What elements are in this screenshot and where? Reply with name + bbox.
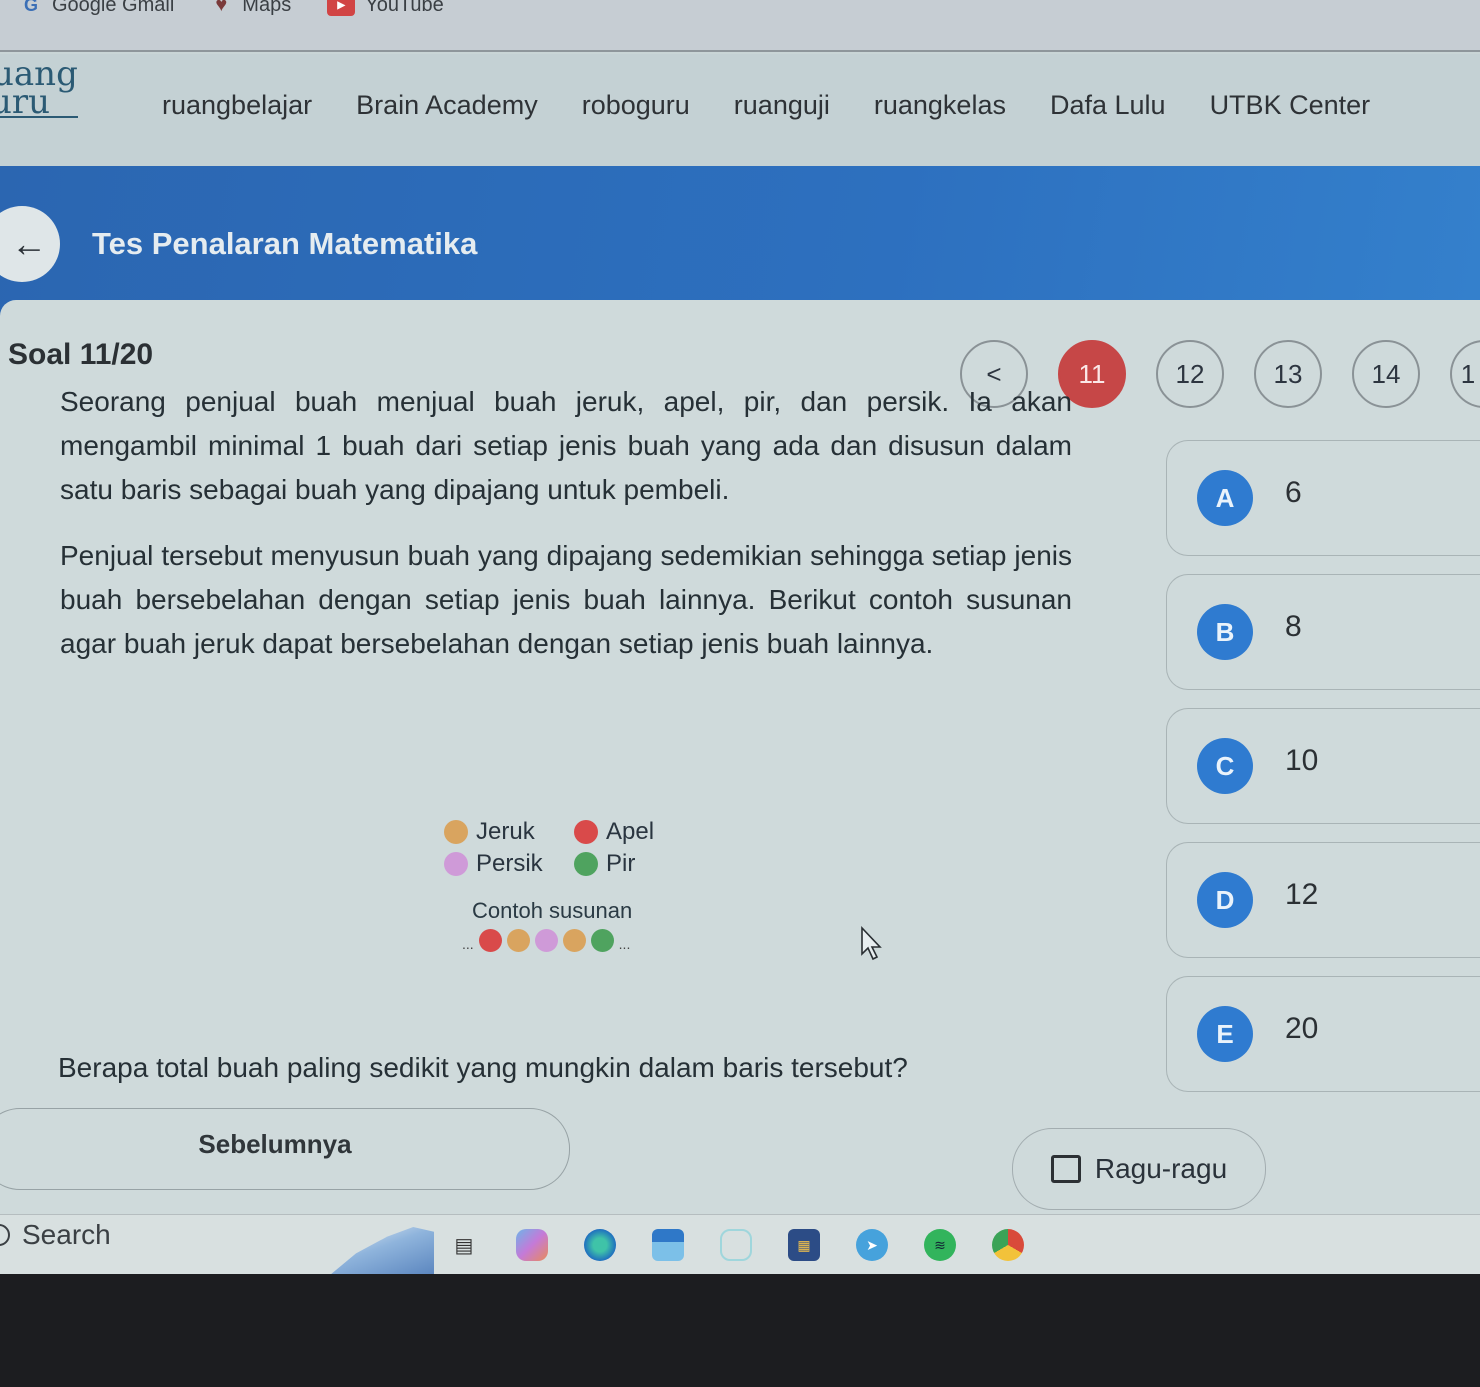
ruangguru-logo[interactable]: uang uru — [0, 57, 90, 130]
option-letter-badge: C — [1197, 738, 1253, 794]
arrow-left-icon: ← — [11, 223, 47, 264]
question-number-12[interactable]: 12 — [1156, 340, 1224, 408]
nav-dafa-lulu[interactable]: Dafa Lulu — [1050, 90, 1166, 121]
legend-item-jeruk: Jeruk — [444, 818, 574, 846]
store-icon[interactable]: ▦ — [788, 1229, 820, 1261]
option-c[interactable]: C 10 — [1166, 708, 1480, 824]
question-prompt: Berapa total buah paling sedikit yang mu… — [58, 1052, 908, 1083]
fruit-dot-icon — [590, 928, 614, 952]
nav-utbk-center[interactable]: UTBK Center — [1210, 90, 1371, 121]
option-letter-badge: D — [1197, 872, 1253, 928]
option-value: 12 — [1285, 878, 1319, 911]
copilot-icon[interactable] — [516, 1229, 548, 1261]
doubt-checkbox[interactable] — [1050, 1155, 1081, 1183]
option-value: 10 — [1285, 744, 1319, 777]
bookmark-google-gmail[interactable]: G Google Gmail — [20, 0, 174, 17]
nav-roboguru[interactable]: roboguru — [582, 90, 690, 121]
legend-label: Pir — [606, 850, 636, 877]
windows-taskbar: Search ▤ ▦ ➤ ≋ — [0, 1214, 1480, 1285]
task-view-icon[interactable]: ▤ — [448, 1229, 480, 1261]
maps-icon: ♥ — [215, 0, 228, 16]
nav-brain-academy[interactable]: Brain Academy — [356, 90, 538, 121]
monitor-bezel — [0, 1274, 1480, 1387]
question-paragraph-1: Seorang penjual buah menjual buah jeruk,… — [60, 386, 1072, 505]
red-dot-icon — [574, 820, 598, 844]
question-progress: Soal 11/20 — [8, 338, 154, 371]
spotify-icon[interactable]: ≋ — [924, 1229, 956, 1261]
question-number-15[interactable]: 1 — [1450, 340, 1480, 408]
ellipsis-left: ... — [462, 936, 474, 952]
answer-options: A 6 B 8 C 10 D 12 E 20 — [1166, 440, 1480, 1110]
pet-app-icon[interactable] — [720, 1229, 752, 1261]
fruit-legend: Jeruk Apel Persik Pir — [444, 818, 704, 878]
option-letter-badge: E — [1197, 1006, 1253, 1062]
bookmark-youtube[interactable]: ▶ YouTube — [327, 0, 444, 17]
option-b[interactable]: B 8 — [1166, 574, 1480, 690]
google-icon: G — [23, 0, 38, 15]
legend-label: Persik — [476, 850, 543, 877]
purple-dot-icon — [444, 852, 468, 876]
nav-ruangbelajar[interactable]: ruangbelajar — [162, 90, 312, 121]
mouse-cursor-icon — [861, 926, 882, 961]
option-letter-badge: B — [1197, 604, 1253, 660]
fruit-dot-icon — [506, 928, 530, 952]
legend-item-apel: Apel — [574, 818, 694, 846]
option-letter-badge: A — [1197, 470, 1253, 526]
green-dot-icon — [574, 852, 598, 876]
question-number-14[interactable]: 14 — [1352, 340, 1420, 408]
fruit-dot-icon — [534, 928, 558, 952]
question-text: Seorang penjual buah menjual buah jeruk,… — [60, 386, 1072, 688]
taskbar-apps: ▤ ▦ ➤ ≋ — [448, 1229, 1024, 1261]
taskbar-search[interactable]: Search — [0, 1219, 111, 1251]
option-a[interactable]: A 6 — [1166, 440, 1480, 556]
doubt-toggle-button[interactable]: Ragu-ragu — [1012, 1128, 1266, 1210]
site-navbar: uang uru ruangbelajar Brain Academy robo… — [0, 54, 1480, 166]
fruit-dot-icon — [478, 928, 502, 952]
test-title: Tes Penalaran Matematika — [92, 226, 478, 261]
option-d[interactable]: D 12 — [1166, 842, 1480, 958]
telegram-icon[interactable]: ➤ — [856, 1229, 888, 1261]
search-icon — [0, 1224, 10, 1246]
edge-icon[interactable] — [584, 1229, 616, 1261]
option-value: 6 — [1285, 476, 1302, 509]
search-label: Search — [22, 1219, 111, 1250]
question-number-13[interactable]: 13 — [1254, 340, 1322, 408]
nav-links: ruangbelajar Brain Academy roboguru ruan… — [162, 90, 1370, 121]
nav-ruanguji[interactable]: ruanguji — [734, 90, 830, 121]
fruit-dot-icon — [562, 928, 586, 952]
test-header: ← Tes Penalaran Matematika — [0, 166, 1480, 318]
chrome-icon[interactable] — [992, 1229, 1024, 1261]
sample-arrangement: ... ... — [462, 928, 704, 952]
bookmarks-bar: G Google Gmail ♥ Maps ▶ YouTube — [0, 0, 1480, 52]
fruit-figure: Jeruk Apel Persik Pir Contoh susunan ... — [444, 818, 704, 952]
option-value: 20 — [1285, 1012, 1319, 1045]
youtube-icon: ▶ — [327, 0, 356, 16]
bookmark-maps[interactable]: ♥ Maps — [210, 0, 291, 17]
legend-label: Apel — [606, 818, 655, 845]
bookmark-label: Maps — [242, 0, 292, 16]
legend-item-persik: Persik — [444, 850, 574, 878]
mail-icon[interactable] — [652, 1229, 684, 1261]
ellipsis-right: ... — [618, 936, 631, 952]
option-e[interactable]: E 20 — [1166, 976, 1480, 1092]
bookmark-label: Google Gmail — [52, 0, 175, 16]
bookmark-label: YouTube — [365, 0, 444, 16]
option-value: 8 — [1285, 610, 1302, 643]
legend-label: Jeruk — [476, 818, 535, 845]
figure-caption: Contoh susunan — [472, 898, 633, 923]
legend-item-pir: Pir — [574, 850, 694, 878]
question-panel: Soal 11/20 < 11 12 13 14 1 Seorang penju… — [0, 300, 1480, 1220]
nav-ruangkelas[interactable]: ruangkelas — [874, 90, 1006, 121]
orange-dot-icon — [444, 820, 468, 844]
previous-button[interactable]: Sebelumnya — [0, 1108, 570, 1190]
question-paragraph-2: Penjual tersebut menyusun buah yang dipa… — [60, 540, 1072, 659]
search-highlight-image — [330, 1227, 434, 1275]
back-button[interactable]: ← — [0, 206, 60, 282]
doubt-label: Ragu-ragu — [1094, 1153, 1228, 1184]
